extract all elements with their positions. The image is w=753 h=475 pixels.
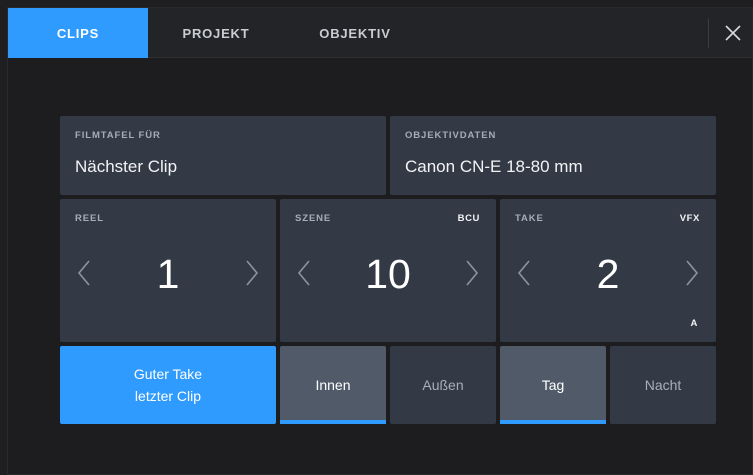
innen-label: Innen [315, 377, 351, 393]
nacht-button[interactable]: Nacht [610, 346, 716, 424]
take-value: 2 [596, 251, 620, 297]
reel-panel: REEL 1 [60, 199, 276, 342]
filmtafel-label: FILMTAFEL FÜR [75, 130, 161, 141]
take-decrement-button[interactable] [512, 253, 536, 293]
nacht-label: Nacht [644, 377, 682, 393]
reel-increment-button[interactable] [240, 253, 264, 293]
tab-objektiv[interactable]: OBJEKTIV [300, 8, 410, 58]
take-increment-button[interactable] [680, 253, 704, 293]
take-suffix-tag[interactable]: A [691, 318, 698, 329]
objektivdaten-panel[interactable]: OBJEKTIVDATEN Canon CN-E 18-80 mm [390, 116, 716, 195]
tab-projekt[interactable]: PROJEKT [166, 8, 266, 58]
filmtafel-value: Nächster Clip [75, 157, 178, 176]
reel-value: 1 [156, 251, 180, 297]
objektivdaten-label: OBJEKTIVDATEN [405, 130, 497, 141]
szene-decrement-button[interactable] [292, 253, 316, 293]
chevron-left-icon [77, 260, 90, 286]
szene-panel: SZENE BCU 10 [280, 199, 496, 342]
szene-increment-button[interactable] [460, 253, 484, 293]
szene-shot-tag[interactable]: BCU [458, 213, 480, 224]
chevron-right-icon [686, 260, 699, 286]
innen-button[interactable]: Innen [280, 346, 386, 424]
screen: CLIPS PROJEKT OBJEKTIV FILMTAFEL FÜR Näc… [7, 7, 753, 475]
aussen-button[interactable]: Außen [390, 346, 496, 424]
innen-selected-indicator [280, 420, 386, 424]
chevron-right-icon [246, 260, 259, 286]
tag-selected-indicator [500, 420, 606, 424]
tab-clips[interactable]: CLIPS [8, 8, 148, 58]
reel-decrement-button[interactable] [72, 253, 96, 293]
szene-label: SZENE [295, 213, 332, 224]
take-vfx-tag[interactable]: VFX [680, 213, 700, 224]
close-icon [724, 25, 741, 41]
objektivdaten-value: Canon CN-E 18-80 mm [405, 157, 583, 176]
take-panel: TAKE VFX 2 A [500, 199, 716, 342]
tag-label: Tag [541, 377, 565, 393]
tag-button[interactable]: Tag [500, 346, 606, 424]
chevron-right-icon [466, 260, 479, 286]
take-label: TAKE [515, 213, 544, 224]
guter-take-line1: Guter Take [133, 366, 203, 382]
chevron-left-icon [517, 260, 530, 286]
tab-divider [708, 18, 709, 48]
close-button[interactable] [711, 8, 752, 58]
aussen-label: Außen [422, 377, 464, 393]
guter-take-line2: letzter Clip [134, 388, 202, 404]
reel-label: REEL [75, 213, 104, 224]
chevron-left-icon [297, 260, 310, 286]
tab-bar: CLIPS PROJEKT OBJEKTIV [8, 8, 752, 58]
szene-value: 10 [365, 251, 411, 297]
filmtafel-panel[interactable]: FILMTAFEL FÜR Nächster Clip [60, 116, 386, 195]
guter-take-button[interactable]: Guter Take letzter Clip [60, 346, 276, 424]
